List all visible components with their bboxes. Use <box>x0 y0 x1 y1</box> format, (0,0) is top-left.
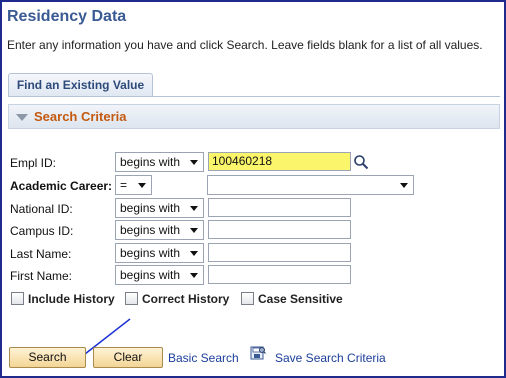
annotation-arrow-icon <box>72 318 131 364</box>
save-search-icon[interactable] <box>250 345 266 361</box>
search-button[interactable]: Search <box>9 347 86 368</box>
basic-search-link[interactable]: Basic Search <box>168 351 239 365</box>
save-search-criteria-link[interactable]: Save Search Criteria <box>275 351 386 365</box>
clear-button[interactable]: Clear <box>93 347 163 368</box>
